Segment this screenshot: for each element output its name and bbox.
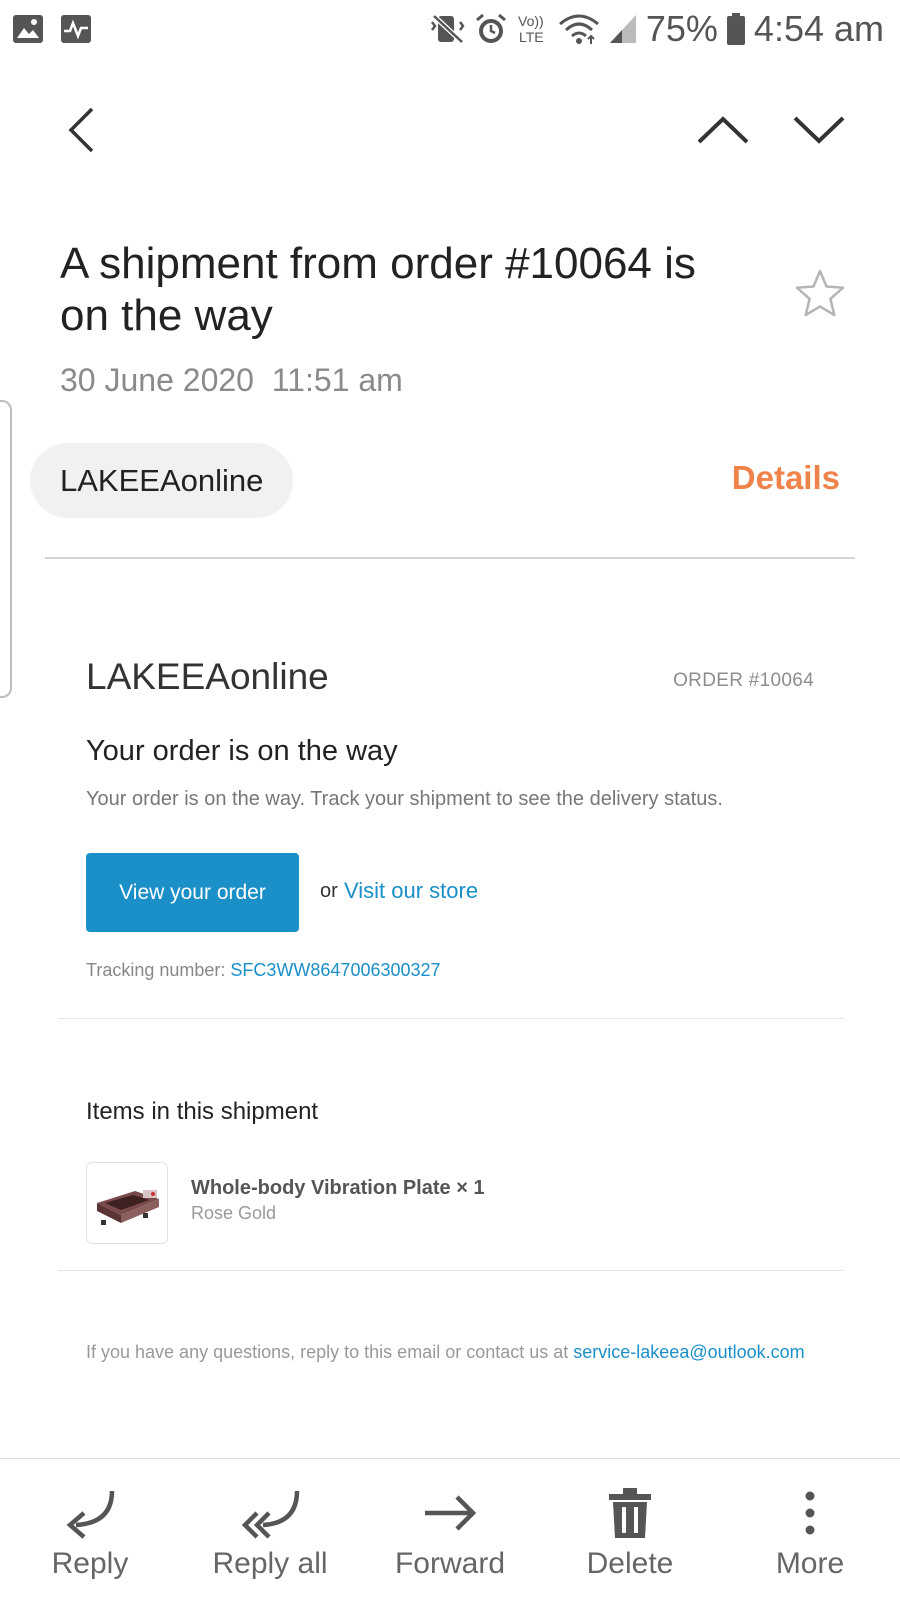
product-thumbnail <box>86 1162 168 1244</box>
order-number: ORDER #10064 <box>673 670 814 691</box>
reply-label: Reply <box>51 1547 129 1580</box>
chevron-down-icon <box>793 116 845 144</box>
volte-icon: Vo)) LTE <box>516 12 550 46</box>
edge-panel-handle[interactable] <box>0 400 12 698</box>
section-divider <box>58 1270 844 1271</box>
gallery-notification-icon <box>12 14 44 44</box>
tracking-label: Tracking number: <box>86 960 226 980</box>
vibrate-mute-icon <box>430 12 466 46</box>
tracking-line: Tracking number: SFC3WW8647006300327 <box>86 960 441 981</box>
reply-button[interactable]: Reply <box>0 1459 180 1600</box>
previous-message-button[interactable] <box>690 100 756 160</box>
email-lead-text: Your order is on the way. Track your shi… <box>86 788 723 810</box>
activity-notification-icon <box>60 14 92 44</box>
support-email-link[interactable]: service-lakeea@outlook.com <box>573 1342 804 1362</box>
product-title: Whole-body Vibration Plate × 1 <box>191 1177 485 1199</box>
forward-label: Forward <box>394 1547 506 1580</box>
email-date: 30 June 2020 11:51 am <box>60 362 403 399</box>
more-label: More <box>775 1547 845 1580</box>
favorite-button[interactable] <box>792 265 848 321</box>
alarm-icon <box>474 12 508 46</box>
email-headline: Your order is on the way <box>86 735 398 767</box>
email-subject: A shipment from order #10064 is on the w… <box>60 239 696 340</box>
items-heading: Items in this shipment <box>86 1098 319 1125</box>
next-message-button[interactable] <box>786 100 852 160</box>
store-name: LAKEEAonline <box>86 656 329 697</box>
sender-chip[interactable]: LAKEEAonline <box>30 443 294 518</box>
header-divider <box>45 557 855 559</box>
reply-all-label: Reply all <box>212 1547 328 1580</box>
signal-icon <box>608 13 638 45</box>
chevron-left-icon <box>68 107 94 153</box>
message-toolbar-top <box>0 90 900 170</box>
reply-icon <box>55 1483 125 1543</box>
trash-icon <box>595 1483 665 1543</box>
star-outline-icon <box>795 269 845 317</box>
footer-contact-text: If you have any questions, reply to this… <box>86 1342 805 1363</box>
wifi-icon <box>558 12 600 46</box>
product-variant: Rose Gold <box>191 1203 277 1223</box>
vibration-plate-image <box>97 1190 159 1225</box>
svg-text:Vo)): Vo)) <box>518 13 544 29</box>
back-button[interactable] <box>56 100 106 160</box>
view-order-button[interactable]: View your order <box>86 853 299 932</box>
view-order-button-label: View your order <box>119 880 266 904</box>
battery-icon <box>726 12 746 46</box>
forward-button[interactable]: Forward <box>360 1459 540 1600</box>
more-vertical-icon <box>775 1483 845 1543</box>
battery-percent: 75% <box>645 8 718 49</box>
section-divider <box>58 1018 844 1019</box>
chevron-up-icon <box>697 116 749 144</box>
more-button[interactable]: More <box>720 1459 900 1600</box>
sender-name: LAKEEAonline <box>60 462 264 498</box>
delete-label: Delete <box>586 1547 674 1580</box>
footer-text: If you have any questions, reply to this… <box>86 1342 569 1362</box>
visit-store-link[interactable]: Visit our store <box>344 878 478 904</box>
details-link[interactable]: Details <box>732 459 840 497</box>
tracking-number-link[interactable]: SFC3WW8647006300327 <box>230 960 440 980</box>
bottom-action-bar: Reply Reply all Forward Delete More <box>0 1458 900 1600</box>
delete-button[interactable]: Delete <box>540 1459 720 1600</box>
status-bar: Vo)) LTE 75% 4:54 am <box>0 0 900 58</box>
reply-all-icon <box>235 1483 305 1543</box>
email-date-day: 30 June 2020 <box>60 362 254 398</box>
forward-arrow-icon <box>415 1483 485 1543</box>
svg-text:LTE: LTE <box>519 29 544 45</box>
clock-time: 4:54 am <box>753 8 884 49</box>
email-date-time: 11:51 am <box>271 362 403 398</box>
or-text: or <box>320 880 338 902</box>
reply-all-button[interactable]: Reply all <box>180 1459 360 1600</box>
